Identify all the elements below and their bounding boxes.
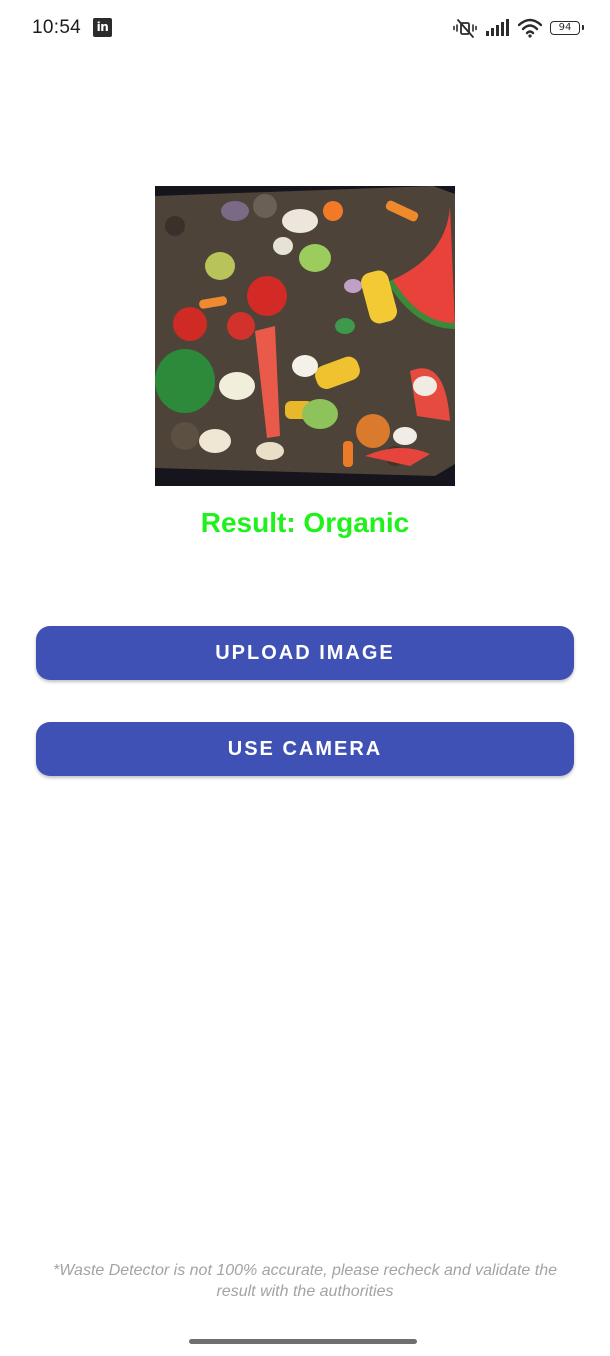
gesture-navigation-bar[interactable] bbox=[189, 1339, 417, 1344]
organic-waste-image bbox=[155, 186, 455, 486]
battery-level: 94 bbox=[558, 22, 572, 33]
result-text: Result: Organic bbox=[200, 507, 410, 538]
linkedin-icon: in bbox=[93, 18, 112, 37]
status-icons: 94 bbox=[452, 15, 584, 41]
signal-icon bbox=[486, 19, 510, 37]
disclaimer-text: *Waste Detector is not 100% accurate, pl… bbox=[53, 1262, 557, 1300]
use-camera-button[interactable]: USE CAMERA bbox=[36, 722, 574, 776]
status-bar: 10:54 in 94 bbox=[0, 0, 610, 58]
upload-image-button[interactable]: UPLOAD IMAGE bbox=[36, 626, 574, 680]
battery-icon: 94 bbox=[550, 21, 584, 35]
wifi-icon bbox=[518, 18, 542, 38]
mute-vibrate-icon bbox=[452, 17, 478, 39]
status-time: 10:54 bbox=[32, 17, 82, 38]
